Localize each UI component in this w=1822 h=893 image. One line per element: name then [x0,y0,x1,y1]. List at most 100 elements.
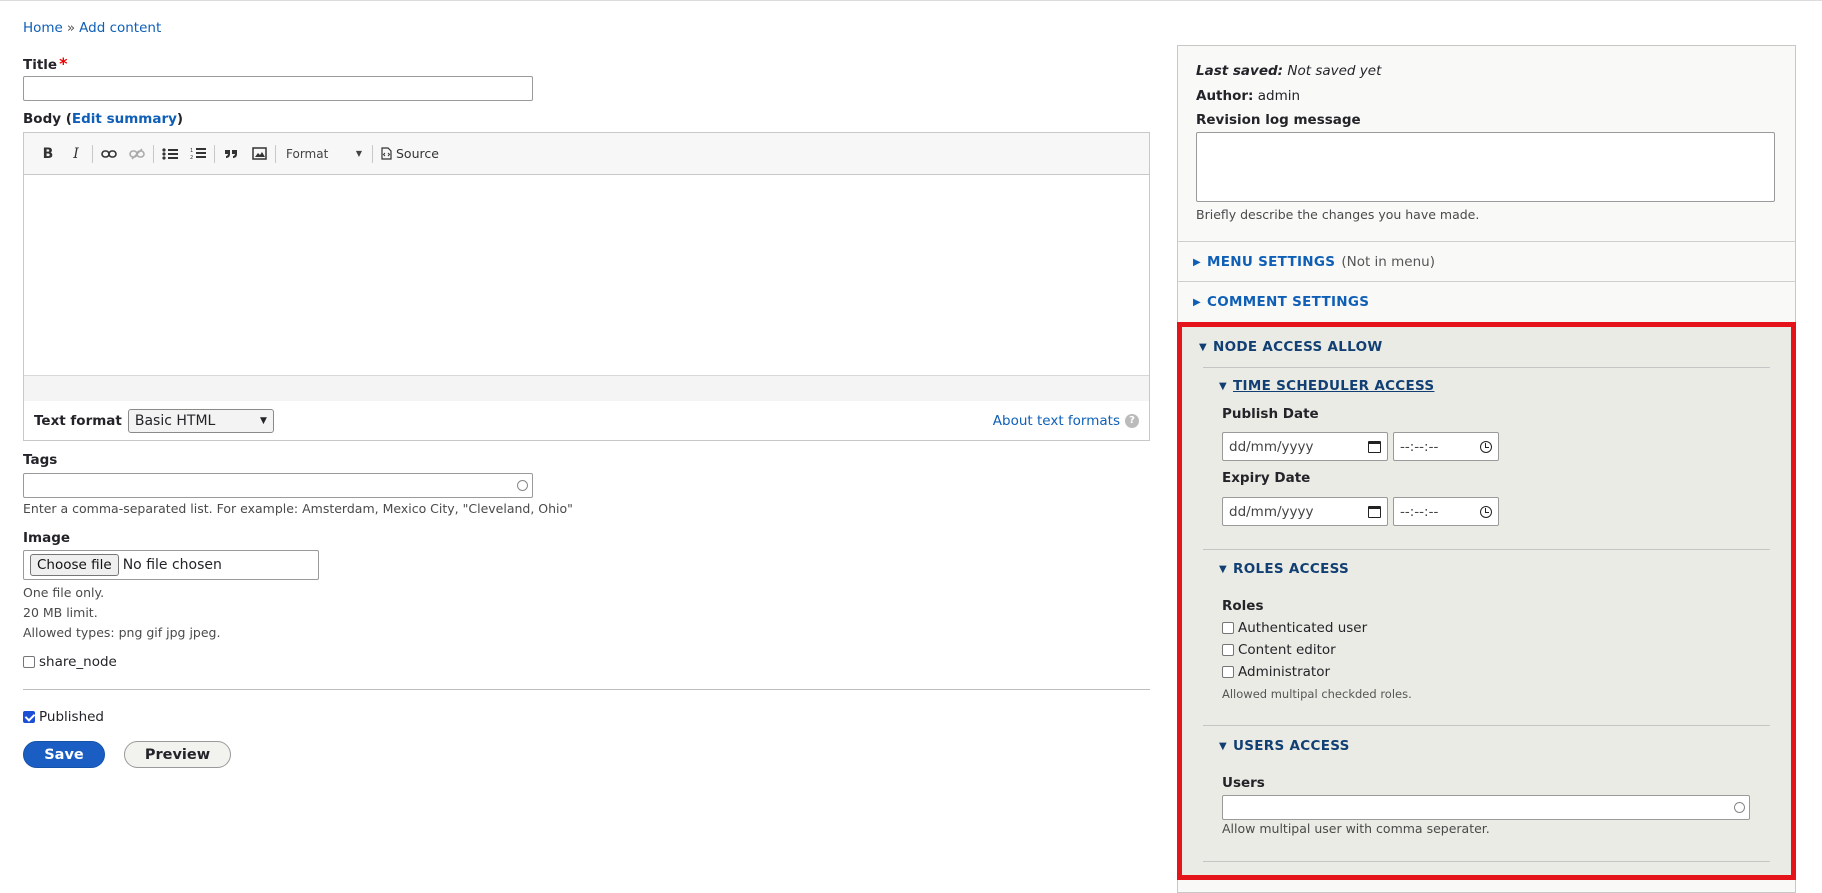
edit-summary-link[interactable]: Edit summary [72,111,177,127]
section-divider [1177,241,1796,242]
autocomplete-icon [517,480,528,491]
autocomplete-icon [1734,802,1745,813]
roles-label: Roles [1222,598,1264,614]
preview-button[interactable]: Preview [124,741,231,768]
image-file-input[interactable]: Choose file No file chosen [23,550,319,580]
last-saved: Last saved: Not saved yet [1196,63,1381,79]
bulleted-list-icon[interactable] [156,140,184,168]
share-node-label: share_node [39,654,117,670]
published-checkbox[interactable] [23,711,35,723]
revision-log-description: Briefly describe the changes you have ma… [1196,207,1480,222]
tags-label: Tags [23,452,58,468]
calendar-icon [1368,440,1381,453]
toolbar-separator [275,144,276,163]
source-button-label: Source [396,146,439,161]
users-access-toggle[interactable]: ▼ USERS ACCESS [1219,738,1350,754]
image-desc-types: Allowed types: png gif jpg jpeg. [23,625,221,640]
role-option: Content editor [1222,642,1336,658]
roles-description: Allowed multipal checkded roles. [1222,687,1412,701]
source-button[interactable]: Source [375,146,445,161]
role-authenticated-checkbox[interactable] [1222,622,1234,634]
source-icon [381,147,392,160]
bold-button[interactable]: B [34,140,62,168]
menu-settings-title: MENU SETTINGS [1207,254,1336,270]
published-label: Published [39,709,104,725]
toolbar-separator [92,144,93,163]
tags-input[interactable] [23,473,533,498]
triangle-right-icon: ▶ [1193,296,1201,308]
file-status: No file chosen [122,557,222,573]
blockquote-icon[interactable] [217,140,245,168]
editor-toolbar: B I 12 Format ▼ Source [24,133,1149,175]
author-value: admin [1257,88,1301,104]
calendar-icon [1368,505,1381,518]
image-icon[interactable] [245,140,273,168]
users-label: Users [1222,775,1265,791]
role-authenticated-label: Authenticated user [1238,620,1368,636]
text-format-row: Text format Basic HTML ▼ About text form… [23,401,1150,441]
title-label-text: Title [23,57,58,73]
last-saved-label: Last saved: [1196,63,1284,79]
breadcrumb: Home» Add content [23,20,161,36]
menu-settings-toggle[interactable]: ▶ MENU SETTINGS (Not in menu) [1193,254,1435,270]
publish-date-label: Publish Date [1222,406,1319,422]
triangle-down-icon: ▼ [1219,563,1227,575]
triangle-right-icon: ▶ [1193,256,1201,268]
revision-log-textarea[interactable] [1196,132,1775,202]
expiry-date-label: Expiry Date [1222,470,1311,486]
text-format-label: Text format [34,412,122,429]
svg-text:2: 2 [190,155,193,160]
expiry-time-placeholder: --:--:-- [1400,503,1439,520]
triangle-down-icon: ▼ [1219,380,1227,392]
italic-button[interactable]: I [62,140,90,168]
breadcrumb-home-link[interactable]: Home [23,20,63,36]
help-icon: ? [1125,413,1139,428]
role-content-editor-label: Content editor [1238,642,1336,658]
expiry-date-placeholder: dd/mm/yyyy [1229,503,1314,520]
users-input[interactable] [1222,795,1750,820]
publish-time-input[interactable]: --:--:-- [1393,432,1499,461]
caret-down-icon: ▼ [259,415,267,426]
clock-icon [1480,440,1492,453]
unlink-icon[interactable] [123,140,151,168]
link-icon[interactable] [95,140,123,168]
comment-settings-title: COMMENT SETTINGS [1207,294,1370,310]
role-option: Authenticated user [1222,620,1367,636]
format-dropdown-label: Format [286,146,329,161]
role-administrator-label: Administrator [1238,664,1331,680]
title-input[interactable] [23,76,533,101]
last-saved-value: Not saved yet [1287,63,1382,79]
body-label-text: Body ( [23,111,72,127]
section-divider [1203,367,1770,368]
expiry-time-input[interactable]: --:--:-- [1393,497,1499,526]
editor-status-bar [24,375,1149,401]
role-administrator-checkbox[interactable] [1222,666,1234,678]
publish-date-input[interactable]: dd/mm/yyyy [1222,432,1388,461]
time-scheduler-title: TIME SCHEDULER ACCESS [1233,378,1435,394]
role-content-editor-checkbox[interactable] [1222,644,1234,656]
about-text-formats-link[interactable]: About text formats [993,413,1120,429]
expiry-date-input[interactable]: dd/mm/yyyy [1222,497,1388,526]
required-mark: * [59,54,68,73]
choose-file-button[interactable]: Choose file [30,554,119,576]
roles-access-toggle[interactable]: ▼ ROLES ACCESS [1219,561,1349,577]
body-label: Body (Edit summary) [23,111,183,127]
author-info: Author: admin [1196,88,1300,104]
section-divider [1203,861,1770,862]
text-format-select[interactable]: Basic HTML ▼ [127,408,274,433]
editor-content-area[interactable] [24,175,1149,375]
revision-log-label: Revision log message [1196,112,1361,128]
published-option: Published [23,709,104,725]
time-scheduler-toggle[interactable]: ▼ TIME SCHEDULER ACCESS [1219,378,1434,394]
body-editor: B I 12 Format ▼ Source [23,132,1150,441]
share-node-checkbox[interactable] [23,656,35,668]
comment-settings-toggle[interactable]: ▶ COMMENT SETTINGS [1193,294,1369,310]
about-text-formats[interactable]: About text formats ? [993,413,1139,429]
image-desc-limit: 20 MB limit. [23,605,98,620]
format-dropdown[interactable]: Format ▼ [278,147,370,161]
breadcrumb-add-content-link[interactable]: Add content [79,20,161,36]
node-access-allow-toggle[interactable]: ▼ NODE ACCESS ALLOW [1199,339,1383,355]
numbered-list-icon[interactable]: 12 [184,140,212,168]
save-button[interactable]: Save [23,741,105,768]
svg-text:1: 1 [190,148,193,154]
